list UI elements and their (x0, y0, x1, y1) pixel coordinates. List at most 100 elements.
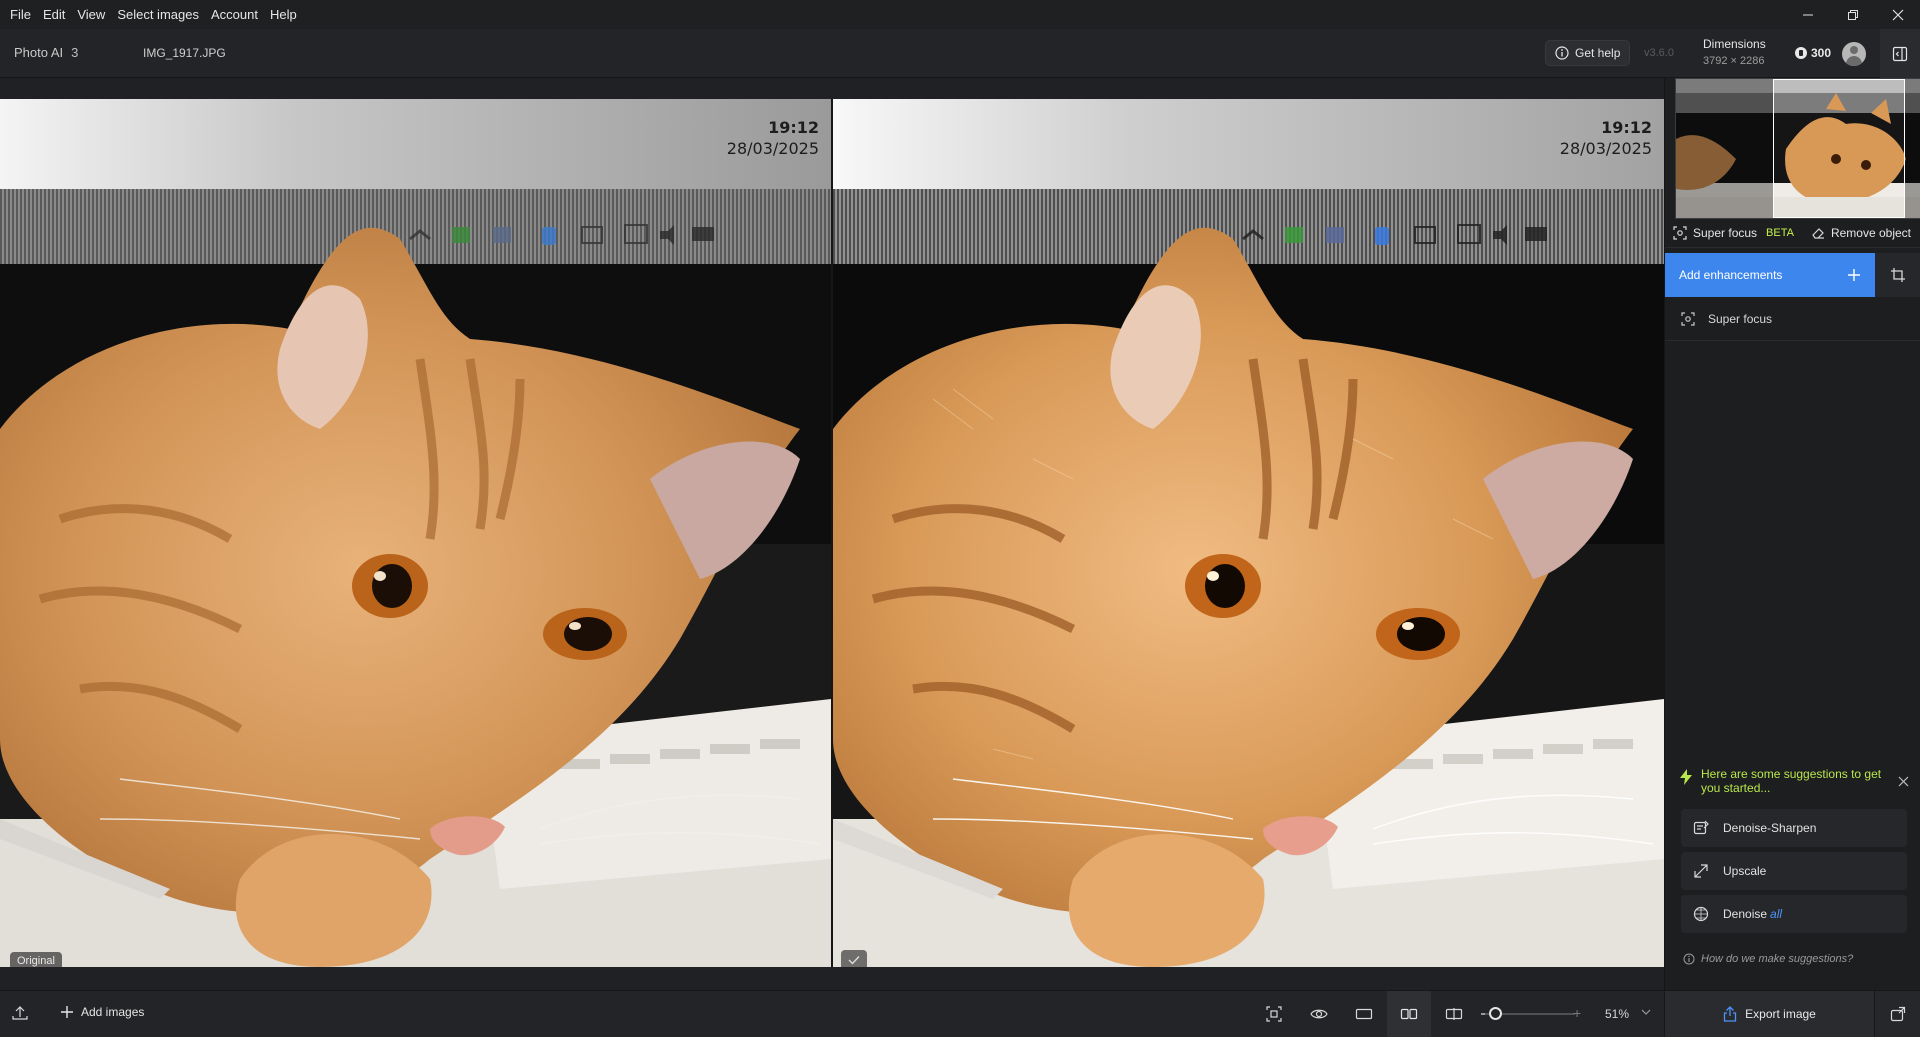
credit-icon (1795, 47, 1807, 59)
enhanced-check-badge (841, 950, 867, 967)
navigator-viewport[interactable] (1773, 79, 1905, 218)
panel-toggle-button[interactable] (1880, 29, 1920, 78)
upscale-icon (1694, 864, 1708, 878)
suggestion-all-tag[interactable]: all (1770, 907, 1782, 921)
original-label: Original (10, 952, 62, 967)
app-header: Photo AI 3 IMG_1917.JPG Get help v3.6.0 D… (0, 29, 1920, 78)
suggestion-label: Upscale (1723, 864, 1767, 878)
menu-view[interactable]: View (71, 0, 111, 29)
close-icon (1892, 9, 1903, 20)
enhancement-super-focus[interactable]: Super focus (1665, 297, 1920, 341)
export-icon (1723, 1006, 1737, 1022)
bottom-toolbar: Add images + 51% Export image (0, 990, 1920, 1037)
restore-button[interactable] (1830, 0, 1875, 29)
file-name: IMG_1917.JPG (143, 46, 226, 60)
cat-photo-enhanced (833, 99, 1664, 967)
image-count[interactable]: 3 (71, 45, 78, 60)
crop-icon (1891, 268, 1905, 282)
minimize-icon (1802, 14, 1813, 15)
add-images-button[interactable]: Add images (60, 1005, 144, 1019)
single-view-button[interactable] (1342, 991, 1386, 1037)
image-canvas[interactable]: 19:12 28/03/2025 Original 19:12 28/03/20… (0, 78, 1664, 990)
suggestions-heading-text: Here are some suggestions to get you sta… (1701, 767, 1882, 795)
zoom-slider-handle[interactable] (1489, 1007, 1503, 1020)
super-focus-tool[interactable]: Super focus BETA (1673, 226, 1794, 240)
minimize-button[interactable] (1785, 0, 1830, 29)
sidebar-toggle-icon (1892, 46, 1908, 61)
suggestion-label: Denoise-Sharpen (1723, 821, 1817, 835)
clock-time-enhanced: 19:12 (1601, 118, 1652, 137)
zoom-value[interactable]: 51% (1605, 1007, 1629, 1021)
add-enhancements-label: Add enhancements (1679, 268, 1783, 282)
menu-account[interactable]: Account (205, 0, 264, 29)
how-suggestions-link[interactable]: How do we make suggestions? (1683, 953, 1853, 965)
credits-counter[interactable]: 300 (1795, 46, 1831, 60)
clock-date-enhanced: 28/03/2025 (1559, 139, 1652, 158)
remove-object-tool[interactable]: Remove object (1811, 226, 1911, 240)
close-suggestions-button[interactable] (1898, 775, 1909, 790)
cat-photo-original (0, 99, 831, 967)
menu-edit[interactable]: Edit (37, 0, 71, 29)
focus-icon (1673, 226, 1687, 240)
focus-view-button[interactable] (1252, 991, 1296, 1037)
export-settings-icon (1890, 1006, 1905, 1022)
upload-icon (12, 1006, 28, 1020)
clock-time-original: 19:12 (768, 118, 819, 137)
side-by-side-view-button[interactable] (1387, 991, 1431, 1037)
suggestion-denoise-sharpen[interactable]: Denoise-Sharpen (1681, 809, 1907, 847)
dimensions-info: Dimensions 3792 × 2286 (1703, 37, 1779, 67)
get-help-button[interactable]: Get help (1545, 40, 1631, 66)
focus-frame-icon (1266, 1006, 1282, 1022)
plus-icon (61, 1006, 73, 1018)
split-view-button[interactable] (1432, 991, 1476, 1037)
export-settings-button[interactable] (1874, 991, 1920, 1037)
dimensions-value: 3792 × 2286 (1703, 55, 1765, 67)
app-title: Photo AI 3 (14, 45, 78, 60)
clock-date-original: 28/03/2025 (726, 139, 819, 158)
menu-bar: File Edit View Select images Account Hel… (0, 0, 1920, 29)
app-name: Photo AI (14, 45, 64, 60)
focus-icon (1681, 311, 1695, 326)
credits-value: 300 (1811, 46, 1832, 60)
super-focus-label: Super focus (1693, 226, 1758, 240)
suggestion-upscale[interactable]: Upscale (1681, 852, 1907, 890)
lightning-icon (1680, 769, 1692, 785)
crop-button[interactable] (1875, 253, 1920, 297)
enhanced-image-pane[interactable]: 19:12 28/03/2025 (833, 99, 1664, 967)
menu-help[interactable]: Help (264, 0, 303, 29)
tool-row: Super focus BETA Remove object (1665, 219, 1920, 248)
avatar[interactable] (1842, 42, 1866, 66)
export-image-button[interactable]: Export image (1664, 991, 1874, 1037)
close-icon (1898, 776, 1909, 787)
plus-icon (1848, 269, 1860, 281)
export-image-label: Export image (1745, 1007, 1816, 1021)
how-suggestions-text: How do we make suggestions? (1701, 953, 1854, 965)
suggestion-label: Denoise (1723, 907, 1768, 921)
denoise-sharpen-icon (1693, 820, 1709, 835)
split-view-icon (1445, 1008, 1463, 1020)
check-icon (848, 956, 860, 965)
denoise-icon (1693, 906, 1709, 922)
enhancement-label: Super focus (1708, 311, 1773, 326)
menu-select-images[interactable]: Select images (111, 0, 205, 29)
remove-object-label: Remove object (1830, 226, 1911, 240)
single-view-icon (1355, 1008, 1373, 1020)
chevron-down-icon (1641, 1009, 1651, 1015)
suggestions-heading: Here are some suggestions to get you sta… (1679, 767, 1909, 795)
dimensions-label: Dimensions (1703, 37, 1766, 51)
menu-file[interactable]: File (0, 0, 37, 29)
add-enhancements-button[interactable]: Add enhancements (1665, 253, 1875, 297)
navigator-thumbnail[interactable] (1675, 78, 1920, 219)
upload-button[interactable] (12, 1005, 28, 1024)
suggestion-denoise[interactable]: Denoise all (1681, 895, 1907, 933)
close-window-button[interactable] (1875, 0, 1920, 29)
beta-badge: BETA (1766, 227, 1794, 239)
eye-icon (1310, 1009, 1328, 1019)
zoom-in-button[interactable]: + (1573, 1005, 1581, 1021)
preview-toggle-button[interactable] (1297, 991, 1341, 1037)
zoom-dropdown[interactable] (1640, 1006, 1652, 1021)
suggestion-label-group: Denoise all (1723, 907, 1782, 921)
original-image-pane[interactable]: 19:12 28/03/2025 Original (0, 99, 831, 967)
add-images-label: Add images (81, 1005, 145, 1019)
eraser-icon (1812, 228, 1824, 239)
